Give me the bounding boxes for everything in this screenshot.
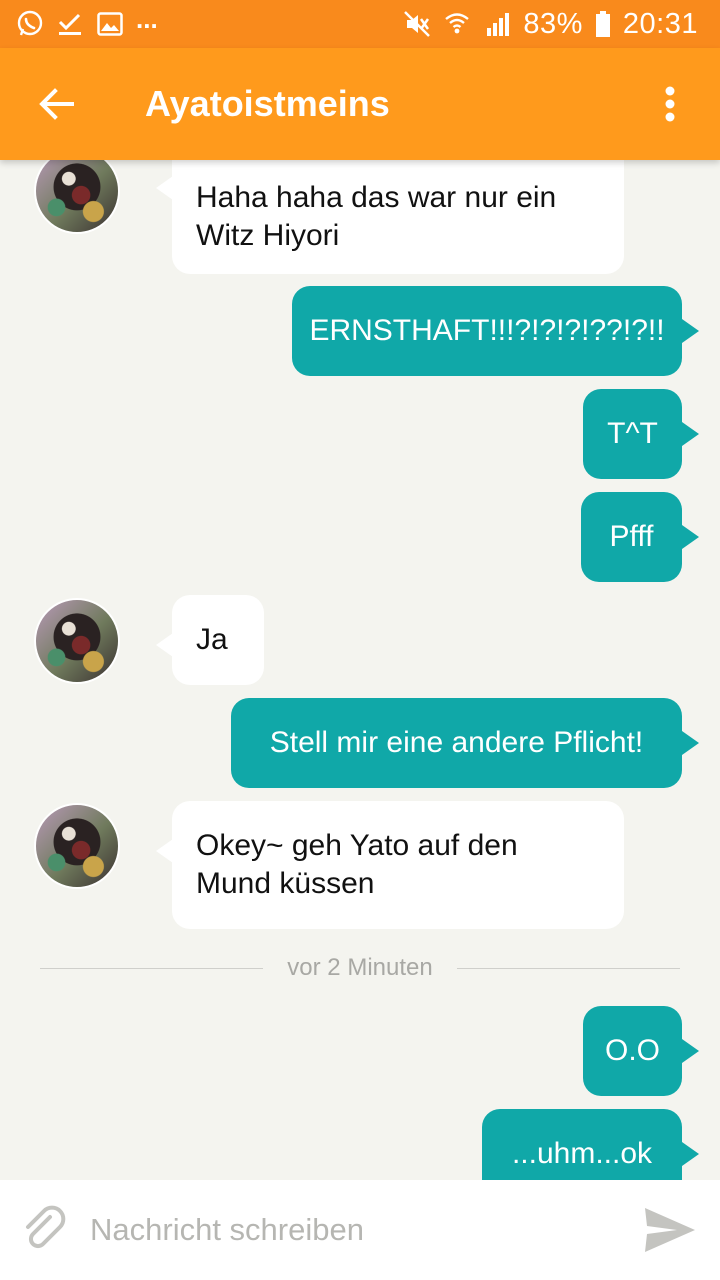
message-text: T^T [607,417,658,450]
divider-line [40,967,264,969]
outgoing-message[interactable]: ...uhm...ok [482,1109,699,1180]
time-divider: vor 2 Minuten [40,952,680,984]
whatsapp-icon [16,10,44,38]
wifi-icon [443,10,471,38]
outgoing-message[interactable]: ERNSTHAFT!!!?!?!?!??!?!! [292,286,699,376]
back-button[interactable] [0,48,112,160]
time-divider-label: vor 2 Minuten [287,954,433,981]
contact-avatar[interactable] [34,160,120,234]
more-vert-icon [665,86,675,122]
outgoing-message[interactable]: O.O [583,1006,699,1096]
outgoing-message[interactable]: Stell mir eine andere Pflicht! [231,698,699,788]
send-button[interactable] [620,1180,720,1280]
battery-percent: 83% [523,7,583,40]
message-text: Okey~ geh Yato auf den [196,829,518,862]
outgoing-message[interactable]: Pfff [581,492,699,582]
app-bar: Ayatoistmeins [0,48,720,160]
signal-icon [483,10,511,38]
message-text: ...uhm...ok [511,1137,653,1170]
status-bar: ... 83% 20:31 [0,0,720,48]
mute-icon [403,10,431,38]
message-text: O.O [605,1034,661,1067]
incoming-message[interactable]: Ja [156,595,264,685]
outgoing-message[interactable]: T^T [583,389,699,479]
message-text: Ja [196,623,228,656]
chat-title: Ayatoistmeins [145,83,390,124]
clock: 20:31 [622,7,698,40]
battery-icon [595,10,611,38]
message-text: ERNSTHAFT!!!?!?!?!??!?!! [309,314,665,347]
task-done-icon [56,10,84,38]
arrow-back-icon [39,88,74,120]
incoming-message[interactable]: Okey~ geh Yato auf den Mund küssen [156,801,624,929]
incoming-message[interactable]: Haha haha das war nur ein Witz Hiyori [156,160,624,274]
attach-button[interactable] [0,1180,90,1280]
contact-avatar[interactable] [34,598,120,684]
message-text: Pfff [609,520,654,553]
message-text: Witz Hiyori [196,219,340,252]
contact-avatar[interactable] [34,803,120,889]
send-icon [645,1208,695,1252]
message-text: Haha haha das war nur ein [196,181,557,214]
paperclip-icon [26,1205,66,1249]
message-text: Stell mir eine andere Pflicht! [269,726,644,759]
image-icon [96,10,124,38]
overflow-menu-button[interactable] [620,48,720,160]
more-notifications-indicator: ... [136,3,158,34]
divider-line [456,967,680,969]
message-composer [0,1180,720,1280]
message-input[interactable] [90,1180,620,1280]
message-list[interactable]: Haha haha das war nur ein Witz Hiyori ER… [0,160,720,1180]
message-text: Mund küssen [196,867,375,900]
